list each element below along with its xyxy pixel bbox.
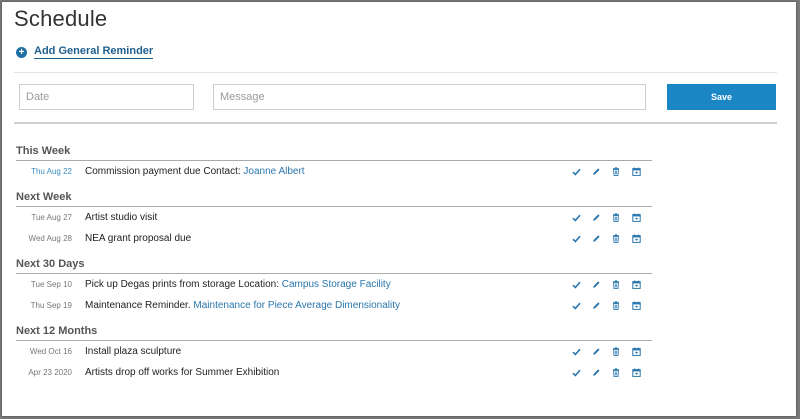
trash-icon[interactable] (606, 212, 626, 224)
row-actions (566, 161, 646, 182)
calendar-icon[interactable] (626, 212, 646, 224)
check-icon[interactable] (566, 166, 586, 178)
check-icon[interactable] (566, 212, 586, 224)
pencil-icon[interactable] (586, 233, 606, 245)
schedule-section: This Week Thu Aug 22 Commission payment du… (16, 142, 652, 182)
pencil-icon[interactable] (586, 279, 606, 291)
calendar-icon[interactable] (626, 300, 646, 312)
schedule-row: Tue Aug 27 Artist studio visit (16, 207, 652, 228)
row-description: Artist studio visit (85, 212, 158, 223)
schedule-row: Thu Sep 19 Maintenance Reminder. Maintena… (16, 295, 652, 316)
row-actions (566, 295, 646, 316)
calendar-icon[interactable] (626, 166, 646, 178)
row-description: Maintenance Reminder. (85, 300, 194, 311)
check-icon[interactable] (566, 346, 586, 358)
row-text: Commission payment due Contact: Joanne A… (85, 166, 305, 177)
row-description: NEA grant proposal due (85, 233, 192, 244)
row-link[interactable]: Campus Storage Facility (282, 279, 391, 290)
section-header: This Week (16, 142, 652, 161)
section-header: Next Week (16, 188, 652, 207)
pencil-icon[interactable] (586, 166, 606, 178)
row-actions (566, 362, 646, 383)
check-icon[interactable] (566, 279, 586, 291)
schedule-row: Thu Aug 22 Commission payment due Contact… (16, 161, 652, 182)
add-general-reminder-label: Add General Reminder (34, 45, 154, 59)
row-date: Wed Oct 16 (29, 347, 72, 356)
row-actions (566, 207, 646, 228)
pencil-icon[interactable] (586, 212, 606, 224)
row-text: Pick up Degas prints from storage Locati… (85, 279, 391, 290)
row-text: Maintenance Reminder. Maintenance for Pi… (85, 300, 400, 311)
trash-icon[interactable] (606, 367, 626, 379)
row-text: Artists drop off works for Summer Exhibi… (85, 367, 279, 378)
row-actions (566, 341, 646, 362)
app-window: Schedule + Add General Reminder Save Thi… (2, 2, 796, 416)
schedule-row: Wed Oct 16 Install plaza sculpture (16, 341, 652, 362)
check-icon[interactable] (566, 367, 586, 379)
calendar-icon[interactable] (626, 279, 646, 291)
save-button[interactable]: Save (667, 84, 776, 110)
schedule-section: Next 12 Months Wed Oct 16 Install plaza sc… (16, 322, 652, 383)
schedule-list: This Week Thu Aug 22 Commission payment du… (16, 142, 652, 389)
section-header: Next 12 Months (16, 322, 652, 341)
divider (14, 72, 777, 73)
page-title: Schedule (14, 6, 108, 31)
row-date: Thu Aug 22 (31, 167, 72, 176)
row-actions (566, 274, 646, 295)
plus-circle-icon: + (16, 46, 27, 58)
schedule-row: Tue Sep 10 Pick up Degas prints from stor… (16, 274, 652, 295)
row-date: Apr 23 2020 (28, 368, 72, 377)
form-divider (14, 122, 777, 124)
row-description: Pick up Degas prints from storage Locati… (85, 279, 282, 290)
row-date: Tue Sep 10 (30, 280, 72, 289)
row-description: Artists drop off works for Summer Exhibi… (85, 367, 280, 378)
pencil-icon[interactable] (586, 367, 606, 379)
date-input[interactable] (19, 84, 194, 110)
check-icon[interactable] (566, 233, 586, 245)
pencil-icon[interactable] (586, 300, 606, 312)
add-general-reminder-link[interactable]: + Add General Reminder (16, 45, 154, 59)
row-description: Install plaza sculpture (85, 346, 182, 357)
row-date: Wed Aug 28 (28, 234, 72, 243)
row-text: NEA grant proposal due (85, 233, 191, 244)
row-actions (566, 228, 646, 249)
calendar-icon[interactable] (626, 233, 646, 245)
row-text: Install plaza sculpture (85, 346, 181, 357)
schedule-section: Next 30 Days Tue Sep 10 Pick up Degas prin… (16, 255, 652, 316)
trash-icon[interactable] (606, 346, 626, 358)
schedule-row: Apr 23 2020 Artists drop off works for Su… (16, 362, 652, 383)
row-link[interactable]: Maintenance for Piece Average Dimensiona… (193, 300, 400, 311)
calendar-icon[interactable] (626, 367, 646, 379)
section-header: Next 30 Days (16, 255, 652, 274)
schedule-section: Next Week Tue Aug 27 Artist studio visit We… (16, 188, 652, 249)
check-icon[interactable] (566, 300, 586, 312)
schedule-row: Wed Aug 28 NEA grant proposal due (16, 228, 652, 249)
trash-icon[interactable] (606, 279, 626, 291)
calendar-icon[interactable] (626, 346, 646, 358)
trash-icon[interactable] (606, 300, 626, 312)
message-input[interactable] (213, 84, 646, 110)
pencil-icon[interactable] (586, 346, 606, 358)
row-link[interactable]: Joanne Albert (243, 166, 304, 177)
trash-icon[interactable] (606, 166, 626, 178)
trash-icon[interactable] (606, 233, 626, 245)
row-description: Commission payment due Contact: (85, 166, 244, 177)
row-text: Artist studio visit (85, 212, 157, 223)
row-date: Tue Aug 27 (31, 213, 72, 222)
row-date: Thu Sep 19 (30, 301, 72, 310)
